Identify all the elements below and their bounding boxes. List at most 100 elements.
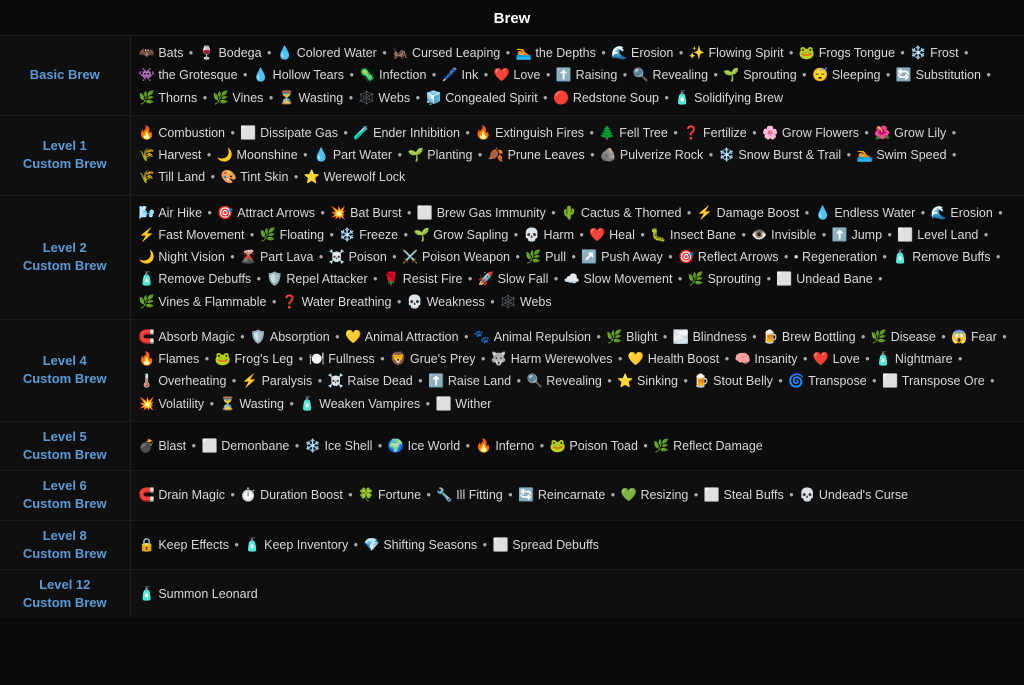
- brew-item-name: Vines: [232, 91, 263, 105]
- brew-item-name: Jump: [851, 228, 882, 242]
- brew-item: 🧊 Congealed Spirit: [425, 91, 537, 105]
- separator: •: [883, 68, 894, 82]
- brew-item-name: Transpose Ore: [902, 374, 985, 388]
- brew-item-name: Resizing: [640, 488, 688, 502]
- brew-item-icon: 🌡️: [139, 373, 159, 388]
- brew-item-name: Raise Dead: [347, 374, 412, 388]
- brew-item: 🔍 Revealing: [633, 68, 708, 82]
- separator: •: [619, 68, 630, 82]
- brew-item-name: Extinguish Fires: [495, 126, 584, 140]
- brew-item-icon: 🌱: [413, 227, 433, 242]
- brew-item: ⭐ Sinking: [617, 374, 678, 388]
- brew-item: • Regeneration: [794, 250, 877, 264]
- brew-item-name: Bats: [158, 46, 183, 60]
- brew-item-icon: 💣: [139, 438, 159, 453]
- brew-item-name: Part Water: [333, 148, 392, 162]
- brew-item: 🐾 Animal Repulsion: [474, 330, 591, 344]
- brew-item-name: Moonshine: [237, 148, 298, 162]
- brew-item: 🪨 Pulverize Rock: [600, 148, 703, 162]
- separator: •: [317, 206, 328, 220]
- brew-item-name: Reincarnate: [538, 488, 605, 502]
- brew-item: 🌱 Sprouting: [723, 68, 796, 82]
- brew-item-name: Fast Movement: [158, 228, 244, 242]
- separator: •: [861, 126, 872, 140]
- brew-item-icon: 🌿: [871, 329, 891, 344]
- brew-item-name: Sprouting: [743, 68, 797, 82]
- brew-item-icon: 👁️: [751, 227, 771, 242]
- brew-item-icon: ⬜: [417, 205, 437, 220]
- brew-item-name: Part Lava: [260, 250, 314, 264]
- separator: •: [228, 374, 239, 388]
- brew-item-icon: 🌬️: [139, 205, 159, 220]
- brew-item-name: Air Hike: [158, 206, 202, 220]
- brew-item: ⬜ Undead Bane: [776, 272, 872, 286]
- separator: •: [598, 46, 609, 60]
- separator: •: [897, 46, 908, 60]
- brew-item-icon: 🔍: [633, 67, 653, 82]
- separator: •: [290, 170, 301, 184]
- brew-item: ⬆️ Raise Land: [428, 374, 511, 388]
- brew-item-name: Volatility: [158, 397, 204, 411]
- brew-item-name: Harm: [543, 228, 574, 242]
- brew-item-name: Regeneration: [802, 250, 877, 264]
- brew-item: 🛡️ Repel Attacker: [267, 272, 368, 286]
- brew-item-icon: •: [794, 249, 802, 264]
- brew-item-icon: 🧪: [353, 125, 373, 140]
- brew-item-name: Nightmare: [895, 352, 953, 366]
- separator: •: [665, 250, 676, 264]
- brew-item: 🔄 Reincarnate: [518, 488, 605, 502]
- separator: •: [540, 91, 551, 105]
- separator: •: [240, 68, 251, 82]
- brew-item-icon: 👾: [139, 67, 159, 82]
- brew-item: 🦠 Infection: [359, 68, 426, 82]
- brew-item: ❤️ Love: [494, 68, 541, 82]
- brew-item: ☠️ Poison: [329, 250, 387, 264]
- brew-item: 💣 Blast: [139, 439, 187, 453]
- separator: •: [513, 374, 524, 388]
- brew-item-name: Ice World: [408, 439, 461, 453]
- brew-item-name: Push Away: [601, 250, 663, 264]
- separator: •: [393, 295, 404, 309]
- separator: •: [461, 330, 472, 344]
- separator: •: [295, 352, 306, 366]
- separator: •: [422, 397, 433, 411]
- brew-item: 💧 Endless Water: [815, 206, 916, 220]
- brew-item-icon: ⚡: [697, 205, 717, 220]
- separator: •: [674, 272, 685, 286]
- brew-item-icon: ❤️: [589, 227, 609, 242]
- brew-item: 🔒 Keep Effects: [139, 538, 229, 552]
- separator: •: [345, 488, 356, 502]
- brew-item-icon: 🍽️: [308, 351, 328, 366]
- separator: •: [465, 272, 476, 286]
- brew-item-icon: ⬜: [492, 537, 512, 552]
- separator: •: [721, 352, 732, 366]
- separator: •: [389, 250, 400, 264]
- brew-item-name: Blindness: [693, 330, 747, 344]
- brew-item-icon: ☠️: [328, 373, 348, 388]
- separator: •: [690, 488, 701, 502]
- brew-item-icon: 🕸️: [359, 90, 379, 105]
- brew-item: 🧴 Remove Debuffs: [139, 272, 252, 286]
- brew-item-icon: 🧴: [244, 537, 264, 552]
- brew-item: 🦁 Grue's Prey: [390, 352, 475, 366]
- brew-item-name: Raising: [576, 68, 618, 82]
- brew-item-icon: 💧: [277, 45, 297, 60]
- separator: •: [231, 538, 242, 552]
- brew-item-icon: 🍺: [693, 373, 713, 388]
- separator: •: [206, 397, 217, 411]
- brew-item-name: Till Land: [158, 170, 205, 184]
- brew-item-icon: 🎯: [217, 205, 237, 220]
- separator: •: [502, 46, 513, 60]
- brew-item-icon: 🦇: [139, 45, 159, 60]
- separator: •: [775, 374, 786, 388]
- brew-item: 🐸 Frogs Tongue: [799, 46, 895, 60]
- brew-item-icon: 🍺: [762, 329, 782, 344]
- brew-item: 🧴 Keep Inventory: [244, 538, 348, 552]
- brew-content: 🧴 Summon Leonard: [130, 569, 1024, 618]
- brew-item-name: Reflect Damage: [673, 439, 763, 453]
- separator: •: [379, 46, 390, 60]
- brew-item-icon: 💥: [139, 396, 159, 411]
- brew-item: 🍺 Brew Bottling: [762, 330, 855, 344]
- brew-item-name: Insect Bane: [670, 228, 736, 242]
- brew-item-name: Cursed Leaping: [412, 46, 500, 60]
